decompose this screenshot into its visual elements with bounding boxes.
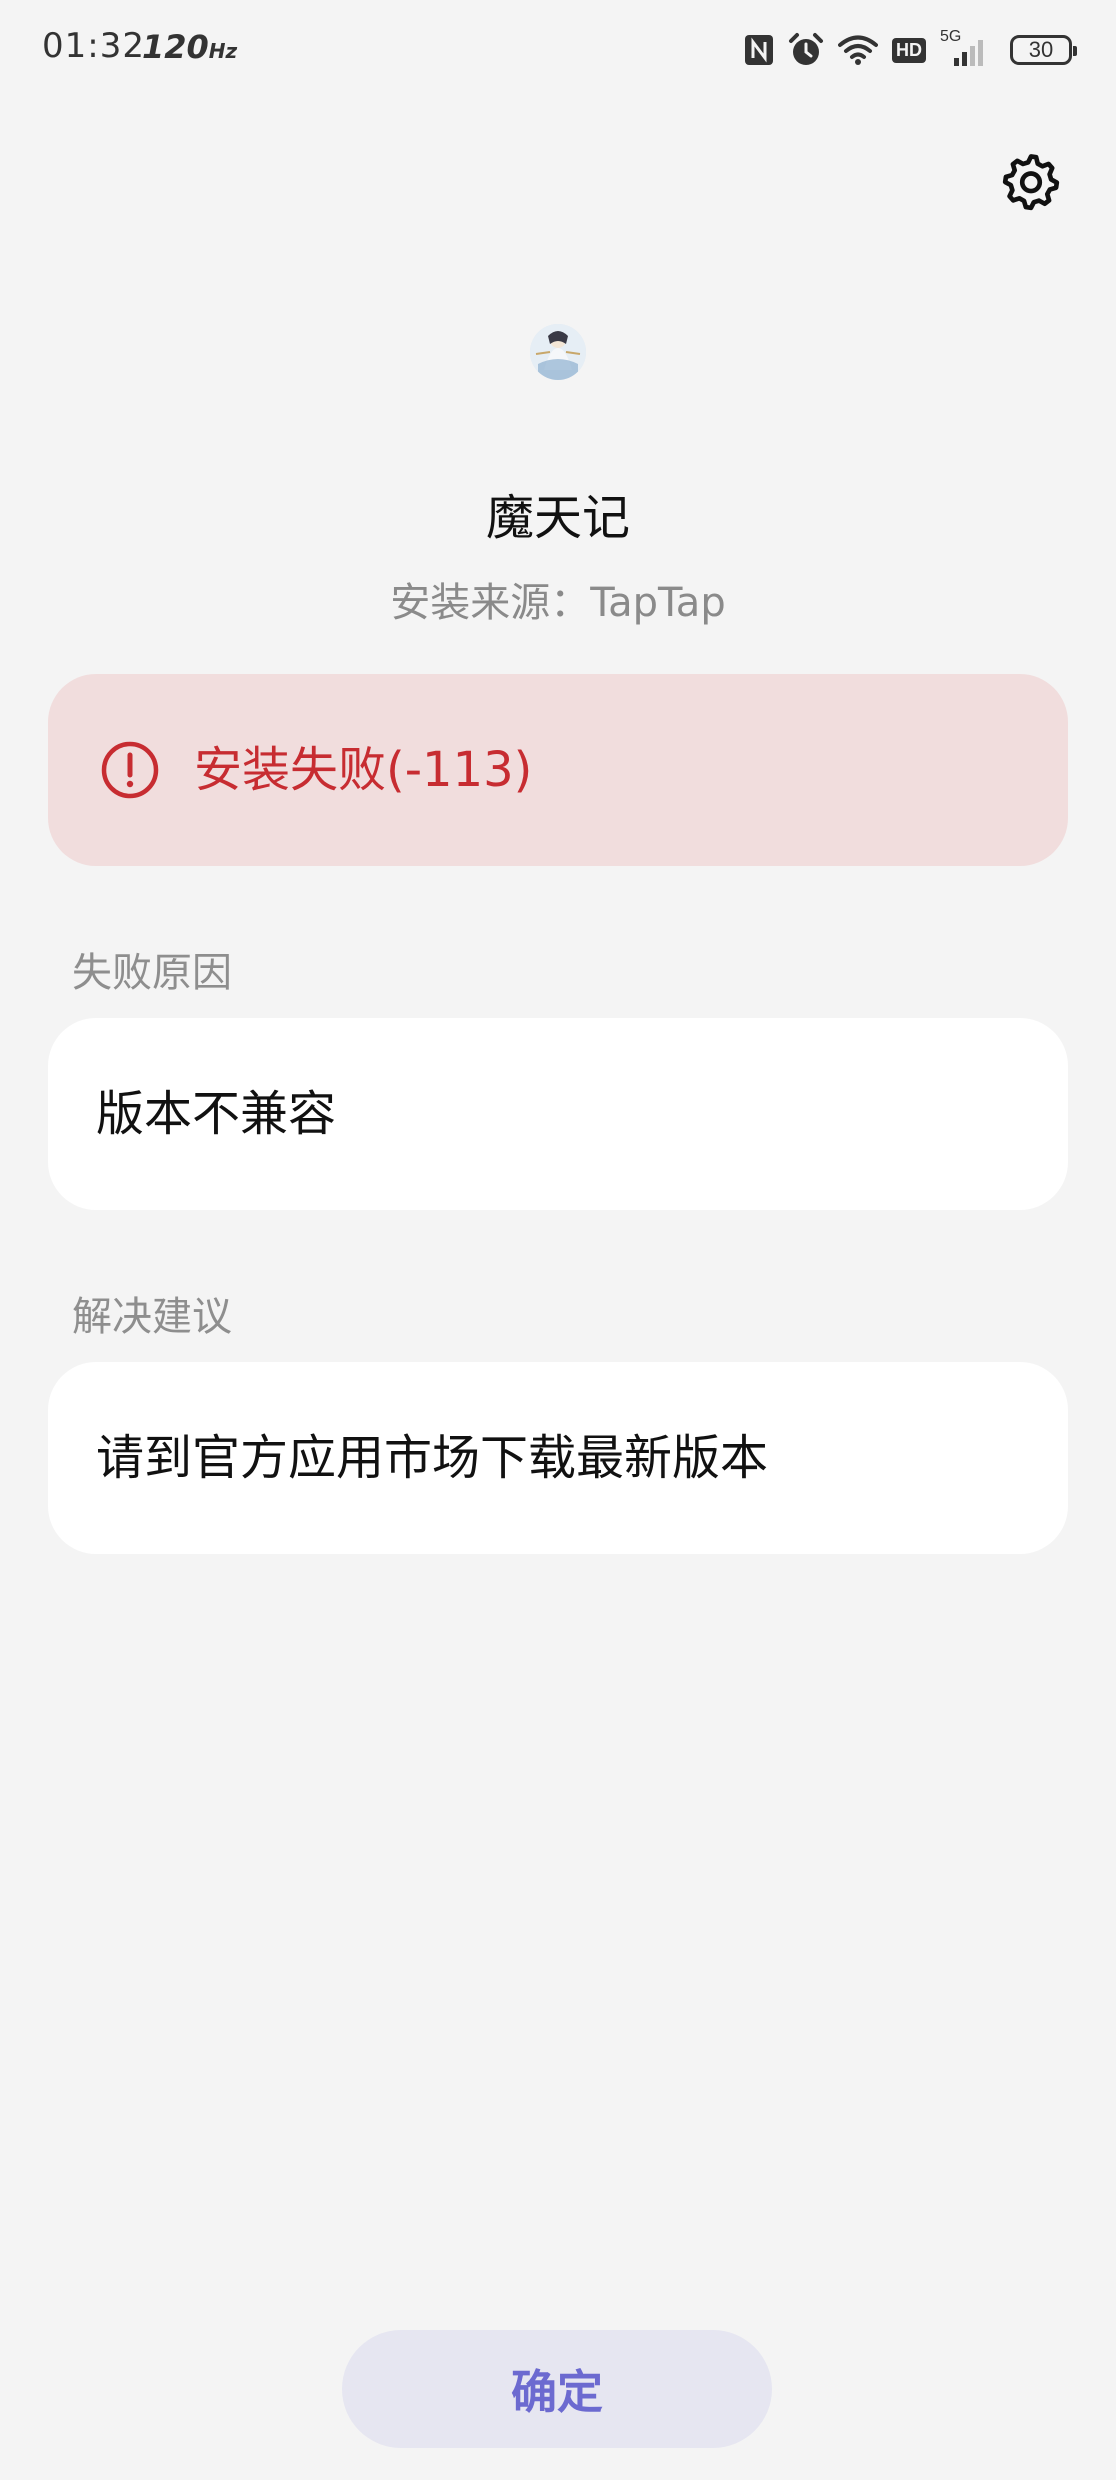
refresh-rate: 120Hz	[142, 28, 237, 66]
battery-level: 30	[1028, 37, 1054, 62]
settings-button[interactable]	[998, 150, 1064, 216]
suggestion-text: 请到官方应用市场下载最新版本	[96, 1430, 769, 1486]
battery-icon: 30	[1010, 35, 1077, 65]
install-source: 安装来源：TapTap	[390, 580, 726, 626]
status-bar: 01:32 120Hz HD 5G 30	[0, 0, 1116, 100]
status-icons: HD 5G 30	[744, 28, 1077, 72]
error-message: 安装失败(-113)	[194, 742, 533, 798]
refresh-rate-unit: Hz	[208, 39, 238, 63]
gear-icon	[1000, 150, 1062, 216]
failure-reason-card: 版本不兼容	[48, 1018, 1068, 1210]
app-icon	[530, 324, 586, 380]
suggestion-card: 请到官方应用市场下载最新版本	[48, 1362, 1068, 1554]
alarm-icon	[788, 32, 824, 68]
failure-reason-text: 版本不兼容	[96, 1086, 337, 1142]
refresh-rate-value: 120	[142, 28, 209, 66]
exclamation-circle-icon	[100, 740, 160, 800]
suggestion-label: 解决建议	[72, 1294, 232, 1340]
wifi-icon	[838, 34, 878, 66]
failure-reason-label: 失败原因	[72, 950, 232, 996]
error-banner: 安装失败(-113)	[48, 674, 1068, 866]
nfc-icon	[744, 34, 774, 66]
app-name: 魔天记	[485, 490, 630, 546]
signal-icon: 5G	[940, 28, 996, 68]
status-time: 01:32	[42, 26, 145, 66]
hd-badge: HD	[892, 37, 926, 63]
confirm-button[interactable]: 确定	[342, 2330, 772, 2448]
